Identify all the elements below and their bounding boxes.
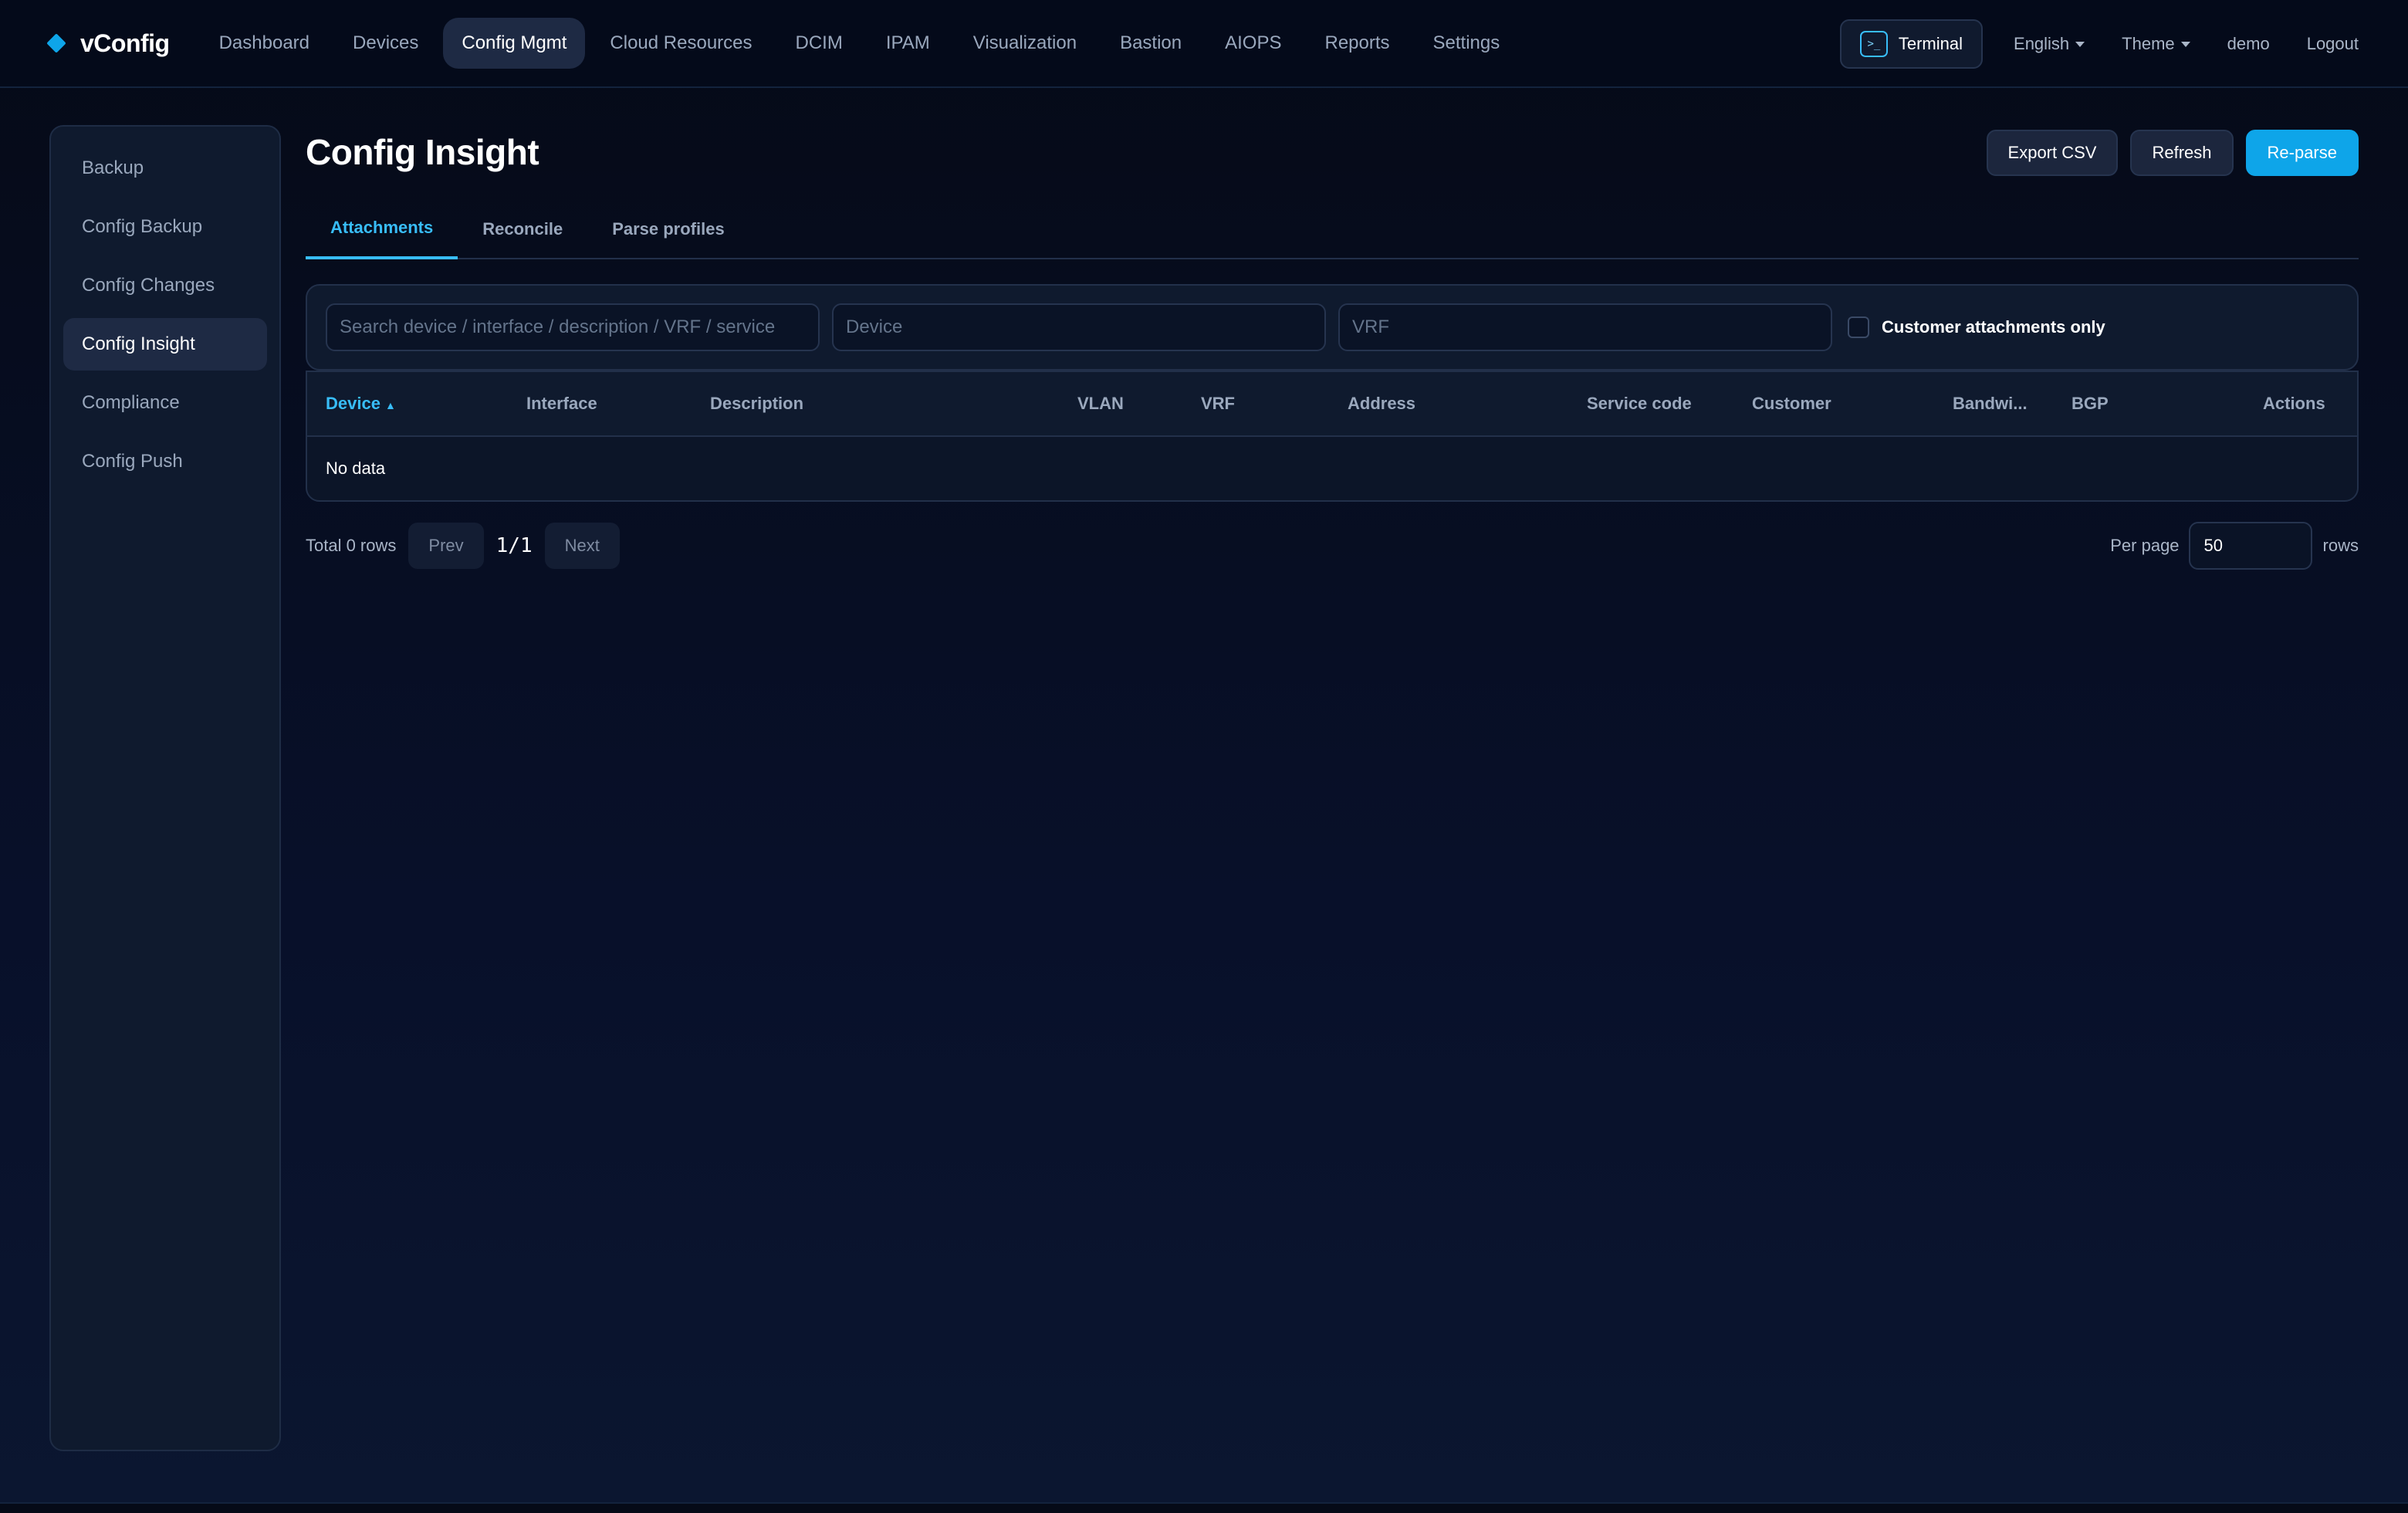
user-name[interactable]: demo <box>2227 34 2270 54</box>
column-header-address[interactable]: Address <box>1348 394 1415 414</box>
language-dropdown[interactable]: English <box>2014 34 2085 54</box>
tab-attachments[interactable]: Attachments <box>306 199 458 259</box>
chevron-down-icon <box>2075 41 2085 47</box>
nav-item-cloud-resources[interactable]: Cloud Resources <box>591 18 770 69</box>
tab-bar: Attachments Reconcile Parse profiles <box>306 199 2359 259</box>
sidebar-item-config-insight[interactable]: Config Insight <box>63 318 267 371</box>
logout-link[interactable]: Logout <box>2307 34 2359 54</box>
terminal-icon: >_ <box>1859 31 1888 57</box>
empty-state-text: No data <box>326 459 386 478</box>
sidebar-item-config-push[interactable]: Config Push <box>63 435 267 488</box>
total-rows: Total 0 rows <box>306 536 397 555</box>
chevron-down-icon <box>2180 41 2190 47</box>
search-input[interactable] <box>326 303 820 351</box>
tab-reconcile[interactable]: Reconcile <box>458 199 587 259</box>
prev-page-button[interactable]: Prev <box>408 523 484 569</box>
column-header-vlan[interactable]: VLAN <box>1077 394 1124 414</box>
top-navigation-bar: vConfig Dashboard Devices Config Mgmt Cl… <box>0 0 2408 88</box>
nav-item-config-mgmt[interactable]: Config Mgmt <box>443 18 586 69</box>
next-page-button[interactable]: Next <box>544 523 620 569</box>
pagination: Total 0 rows Prev 1/1 Next Per page 50 r… <box>306 522 2359 570</box>
nav-item-visualization[interactable]: Visualization <box>955 18 1095 69</box>
terminal-label: Terminal <box>1898 34 1963 53</box>
footer-divider <box>0 1502 2408 1513</box>
sidebar-item-compliance[interactable]: Compliance <box>63 377 267 429</box>
customer-only-checkbox[interactable] <box>1848 316 1869 338</box>
language-label: English <box>2014 34 2070 53</box>
sidebar: Backup Config Backup Config Changes Conf… <box>49 125 281 1451</box>
column-header-device[interactable]: Device ▲ <box>326 394 396 414</box>
column-header-interface[interactable]: Interface <box>526 394 597 414</box>
attachments-table: Device ▲ Interface Description VLAN VRF A… <box>306 371 2359 502</box>
sidebar-item-backup[interactable]: Backup <box>63 142 267 195</box>
theme-label: Theme <box>2122 34 2175 53</box>
customer-only-toggle[interactable]: Customer attachments only <box>1848 316 2105 338</box>
per-page-control: Per page 50 rows <box>2110 522 2359 570</box>
vrf-filter-input[interactable] <box>1338 303 1832 351</box>
column-header-actions: Actions <box>2263 394 2325 413</box>
column-header-bgp[interactable]: BGP <box>2071 394 2109 414</box>
nav-item-settings[interactable]: Settings <box>1415 18 1519 69</box>
column-header-bandwidth[interactable]: Bandwi... <box>1953 394 2028 414</box>
rows-label: rows <box>2322 536 2359 555</box>
sidebar-item-config-backup[interactable]: Config Backup <box>63 201 267 253</box>
header-actions: Export CSV Refresh Re-parse <box>1974 130 2359 176</box>
brand[interactable]: vConfig <box>46 29 170 58</box>
column-header-customer[interactable]: Customer <box>1752 394 1831 414</box>
nav-item-bastion[interactable]: Bastion <box>1101 18 1200 69</box>
nav-item-aiops[interactable]: AIOPS <box>1206 18 1300 69</box>
terminal-button[interactable]: >_ Terminal <box>1839 19 1984 69</box>
sidebar-item-config-changes[interactable]: Config Changes <box>63 259 267 312</box>
device-filter-input[interactable] <box>832 303 1326 351</box>
export-csv-button[interactable]: Export CSV <box>1986 130 2119 176</box>
app-name: vConfig <box>80 29 170 57</box>
reparse-button[interactable]: Re-parse <box>2245 130 2359 176</box>
page-info: 1/1 <box>495 534 533 557</box>
per-page-input[interactable]: 50 <box>2188 522 2312 570</box>
column-header-vrf[interactable]: VRF <box>1201 394 1235 414</box>
per-page-label: Per page <box>2110 536 2180 555</box>
table-body: No data <box>307 437 2357 500</box>
theme-dropdown[interactable]: Theme <box>2122 34 2190 54</box>
diamond-logo-icon <box>46 33 66 53</box>
nav-item-dashboard[interactable]: Dashboard <box>201 18 328 69</box>
tab-parse-profiles[interactable]: Parse profiles <box>587 199 749 259</box>
table-header: Device ▲ Interface Description VLAN VRF A… <box>307 372 2357 437</box>
nav-item-devices[interactable]: Devices <box>334 18 437 69</box>
column-label-device: Device <box>326 394 380 413</box>
customer-only-label: Customer attachments only <box>1882 317 2105 337</box>
filter-bar: Customer attachments only <box>306 284 2359 371</box>
nav-item-reports[interactable]: Reports <box>1306 18 1408 69</box>
page-title: Config Insight <box>306 132 539 172</box>
main-nav: Dashboard Devices Config Mgmt Cloud Reso… <box>201 18 1525 69</box>
column-header-service-code[interactable]: Service code <box>1587 394 1692 414</box>
column-header-description[interactable]: Description <box>710 394 803 414</box>
nav-item-ipam[interactable]: IPAM <box>867 18 949 69</box>
nav-item-dcim[interactable]: DCIM <box>777 18 861 69</box>
sort-ascending-icon: ▲ <box>384 399 396 411</box>
refresh-button[interactable]: Refresh <box>2130 130 2234 176</box>
top-right-controls: >_ Terminal English Theme demo Logout <box>1839 19 2359 69</box>
